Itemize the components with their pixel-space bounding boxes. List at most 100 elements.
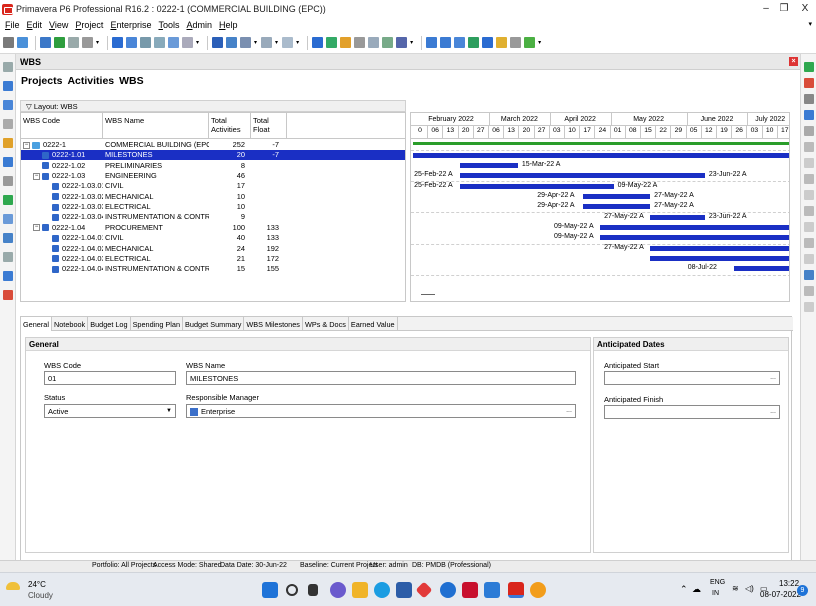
menu-item[interactable]: Enterprise [110, 20, 151, 30]
right-rail-icon[interactable] [804, 238, 814, 248]
table-row[interactable]: − 0222-1 COMMERCIAL BUILDING (EPC) 252 -7 [21, 140, 405, 149]
right-rail-icon[interactable] [804, 302, 814, 312]
right-rail-icon[interactable] [804, 158, 814, 168]
toolbar-dropdown-chevron-icon[interactable]: ▾ [275, 39, 278, 46]
table-row[interactable]: − 0222-1.03 ENGINEERING 46 [21, 171, 405, 180]
gantt-bar[interactable] [413, 142, 789, 146]
toolbar-button-icon[interactable] [240, 37, 252, 48]
left-rail-icon[interactable] [3, 62, 13, 72]
menu-item[interactable]: File [5, 20, 20, 30]
details-tab-notebook[interactable]: Notebook [52, 317, 89, 331]
volume-icon[interactable]: ◁) [745, 584, 754, 593]
gantt-scroll-indicator[interactable] [421, 294, 435, 295]
store-icon[interactable] [396, 582, 412, 598]
language-secondary[interactable]: IN [712, 590, 719, 597]
gantt-bar[interactable] [583, 204, 651, 210]
toolbar-button-icon[interactable] [524, 37, 536, 48]
toolbar-dropdown-chevron-icon[interactable]: ▾ [410, 39, 413, 46]
teams-icon[interactable] [484, 582, 500, 598]
language-primary[interactable]: ENG [710, 579, 725, 586]
collapse-toggle-icon[interactable]: − [33, 172, 40, 180]
toolbar-button-icon[interactable] [112, 37, 124, 48]
toolbar-button-icon[interactable] [168, 37, 180, 48]
right-rail-icon[interactable] [804, 126, 814, 136]
menu-item[interactable]: Tools [158, 20, 179, 30]
gantt-bar[interactable] [650, 245, 789, 251]
layout-selector[interactable]: ▽ Layout: WBS [20, 100, 406, 112]
table-row[interactable]: 0222-1.03.02 MECHANICAL 10 [21, 192, 405, 201]
responsible-manager-browse-icon[interactable]: ... [564, 406, 574, 416]
primavera-taskbar-icon[interactable] [508, 582, 524, 598]
left-rail-icon[interactable] [3, 81, 13, 91]
toolbar-button-icon[interactable] [17, 37, 28, 48]
collapse-toggle-icon[interactable]: − [23, 141, 30, 149]
chat-icon[interactable] [330, 582, 346, 598]
left-rail-icon[interactable] [3, 252, 13, 262]
left-rail-icon[interactable] [3, 195, 13, 205]
left-rail-icon[interactable] [3, 100, 13, 110]
right-rail-icon[interactable] [804, 78, 814, 88]
table-row[interactable]: 0222-1.03.03 ELECTRICAL 10 [21, 202, 405, 211]
table-row[interactable]: 0222-1.04.03 ELECTRICAL 21 172 [21, 254, 405, 263]
tab-activities[interactable]: Activities [67, 75, 114, 87]
table-row[interactable]: 0222-1.02 PRELIMINARIES 8 [21, 161, 405, 170]
right-rail-icon[interactable] [804, 286, 814, 296]
tray-chevron-icon[interactable]: ⌃ [680, 584, 688, 595]
anticipated-finish-field[interactable]: ... [604, 405, 780, 419]
details-tab-general[interactable]: General [21, 317, 52, 331]
table-row[interactable]: 0222-1.04.01 CIVIL 40 133 [21, 233, 405, 242]
responsible-manager-field[interactable]: Enterprise ... [186, 404, 576, 418]
toolbar-button-icon[interactable] [212, 37, 224, 48]
gantt-bar[interactable] [599, 225, 789, 230]
gantt-bar[interactable] [650, 256, 789, 262]
toolbar-button-icon[interactable] [226, 37, 238, 48]
column-header[interactable]: Total Activities [209, 113, 251, 139]
gantt-bar[interactable] [460, 183, 614, 189]
left-rail-icon[interactable] [3, 271, 13, 281]
gantt-bar[interactable] [733, 266, 789, 272]
wbs-code-field[interactable]: 01 [44, 371, 176, 385]
left-rail-icon[interactable] [3, 176, 13, 186]
left-rail-icon[interactable] [3, 138, 13, 148]
cloud-sync-icon[interactable]: ☁ [692, 584, 701, 595]
right-rail-icon[interactable] [804, 110, 814, 120]
details-tab-budget-log[interactable]: Budget Log [88, 317, 131, 331]
right-rail-icon[interactable] [804, 254, 814, 264]
table-row[interactable]: 0222-1.03.01 CIVIL 17 [21, 181, 405, 190]
right-rail-icon[interactable] [804, 62, 814, 72]
close-button[interactable]: X [796, 2, 814, 16]
clock-date[interactable]: 08-07-2022 [760, 590, 801, 599]
left-rail-icon[interactable] [3, 119, 13, 129]
toolbar-button-icon[interactable] [82, 37, 93, 48]
gantt-bar[interactable] [583, 193, 651, 199]
column-header[interactable]: WBS Name [103, 113, 209, 139]
details-tab-budget-summary[interactable]: Budget Summary [183, 317, 245, 331]
anticipated-start-field[interactable]: ... [604, 371, 780, 385]
toolbar-button-icon[interactable] [440, 37, 452, 48]
anticipated-finish-picker-icon[interactable]: ... [768, 407, 778, 417]
gantt-bar[interactable] [460, 162, 518, 168]
edge-browser-icon[interactable] [374, 582, 390, 598]
toolbar-button-icon[interactable] [154, 37, 166, 48]
menu-item[interactable]: Admin [186, 20, 212, 30]
details-tab-wps-docs[interactable]: WPs & Docs [303, 317, 349, 331]
menu-overflow-chevron-icon[interactable]: ▾ [808, 20, 812, 28]
toolbar-button-icon[interactable] [3, 37, 14, 48]
toolbar-button-icon[interactable] [510, 37, 522, 48]
weather-cloud-icon[interactable] [6, 582, 20, 590]
right-rail-icon[interactable] [804, 222, 814, 232]
table-row[interactable]: 0222-1.04.02 MECHANICAL 24 192 [21, 244, 405, 253]
menu-item[interactable]: Edit [27, 20, 43, 30]
toolbar-button-icon[interactable] [312, 37, 324, 48]
gantt-bar[interactable] [650, 214, 705, 220]
column-header[interactable]: WBS Code [21, 113, 103, 139]
toolbar-button-icon[interactable] [40, 37, 51, 48]
wbs-close-icon[interactable]: × [789, 57, 798, 66]
toolbar-button-icon[interactable] [54, 37, 65, 48]
toolbar-button-icon[interactable] [426, 37, 438, 48]
toolbar-button-icon[interactable] [382, 37, 394, 48]
right-rail-icon[interactable] [804, 142, 814, 152]
tab-projects[interactable]: Projects [21, 75, 62, 87]
toolbar-button-icon[interactable] [126, 37, 138, 48]
details-tab-earned-value[interactable]: Earned Value [349, 317, 398, 331]
